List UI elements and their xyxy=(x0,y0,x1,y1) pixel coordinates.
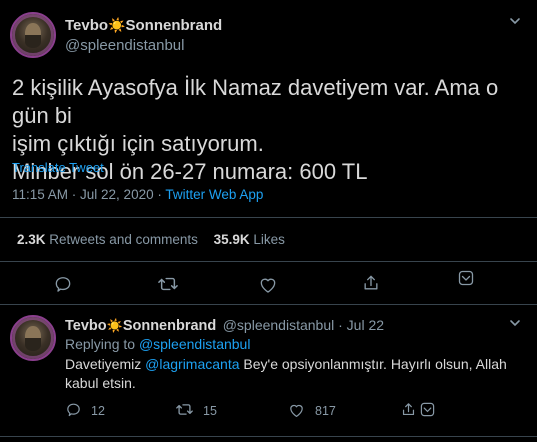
reply-mention[interactable]: @lagrimacanta xyxy=(145,356,239,372)
retweet-count: 15 xyxy=(203,404,217,418)
reply-text: Davetiyemiz @lagrimacanta Bey'e opsiyonl… xyxy=(65,355,530,393)
retweets-stat[interactable]: 2.3K Retweets and comments xyxy=(17,232,198,247)
share-icon[interactable] xyxy=(400,401,417,418)
tweet-source[interactable]: Twitter Web App xyxy=(165,187,263,202)
reply-text-part: Davetiyemiz xyxy=(65,356,146,372)
reply-text-line: kabul etsin. xyxy=(65,375,136,391)
reply-handle-date[interactable]: @spleendistanbul · Jul 22 xyxy=(223,317,384,333)
sun-emoji: ☀️ xyxy=(108,17,126,33)
sun-emoji: ☀️ xyxy=(106,318,123,333)
chevron-down-icon[interactable] xyxy=(508,316,522,333)
likes-stat[interactable]: 35.9K Likes xyxy=(214,232,285,247)
divider xyxy=(0,217,537,218)
reply-count: 12 xyxy=(91,404,105,418)
replying-mention[interactable]: @spleendistanbul xyxy=(139,336,251,352)
tip-icon[interactable] xyxy=(420,402,435,417)
tip-icon[interactable] xyxy=(458,270,474,286)
divider xyxy=(0,436,537,437)
reply-avatar[interactable] xyxy=(10,315,56,361)
reply-author-name[interactable]: Sonnenbrand xyxy=(123,318,216,334)
tweet-meta: 11:15 AM · Jul 22, 2020 · Twitter Web Ap… xyxy=(12,187,263,202)
author-handle[interactable]: @spleendistanbul xyxy=(65,37,184,54)
tweet-text-line: işim çıktığı için satıyorum. xyxy=(12,131,264,156)
translate-link[interactable]: Translate Tweet xyxy=(12,160,104,175)
author-name[interactable]: Tevbo☀️Sonnenbrand xyxy=(65,17,222,35)
heart-icon[interactable] xyxy=(258,275,278,294)
retweet-icon[interactable] xyxy=(175,401,194,418)
replying-prefix: Replying to xyxy=(65,336,139,352)
like-count: 817 xyxy=(315,404,336,418)
reply-author-name[interactable]: Tevbo xyxy=(65,318,107,334)
share-icon[interactable] xyxy=(361,273,381,293)
reply-icon[interactable] xyxy=(53,274,73,294)
author-name-part: Tevbo xyxy=(65,17,109,34)
tweet-timestamp[interactable]: 11:15 AM · Jul 22, 2020 · xyxy=(12,187,165,202)
author-name-part: Sonnenbrand xyxy=(125,17,223,34)
heart-icon[interactable] xyxy=(288,402,305,418)
divider xyxy=(0,304,537,305)
retweet-icon[interactable] xyxy=(157,274,179,294)
avatar[interactable] xyxy=(10,12,56,58)
likes-count: 35.9K xyxy=(213,232,250,247)
reply-text-part: Bey'e opsiyonlanmıştır. Hayırlı olsun, A… xyxy=(239,356,507,372)
reply-header: Tevbo☀️Sonnenbrand @spleendistanbul · Ju… xyxy=(65,317,384,335)
reply-icon[interactable] xyxy=(65,401,82,418)
tweet-stats: 2.3K Retweets and comments 35.9K Likes xyxy=(17,232,285,247)
chevron-down-icon[interactable] xyxy=(508,14,522,31)
retweets-label: Retweets and comments xyxy=(45,232,198,247)
tweet-text-line: 2 kişilik Ayasofya İlk Namaz davetiyem v… xyxy=(12,75,499,128)
retweets-count: 2.3K xyxy=(17,232,46,247)
replying-to: Replying to @spleendistanbul xyxy=(65,336,250,352)
divider xyxy=(0,261,537,262)
likes-label: Likes xyxy=(249,232,285,247)
